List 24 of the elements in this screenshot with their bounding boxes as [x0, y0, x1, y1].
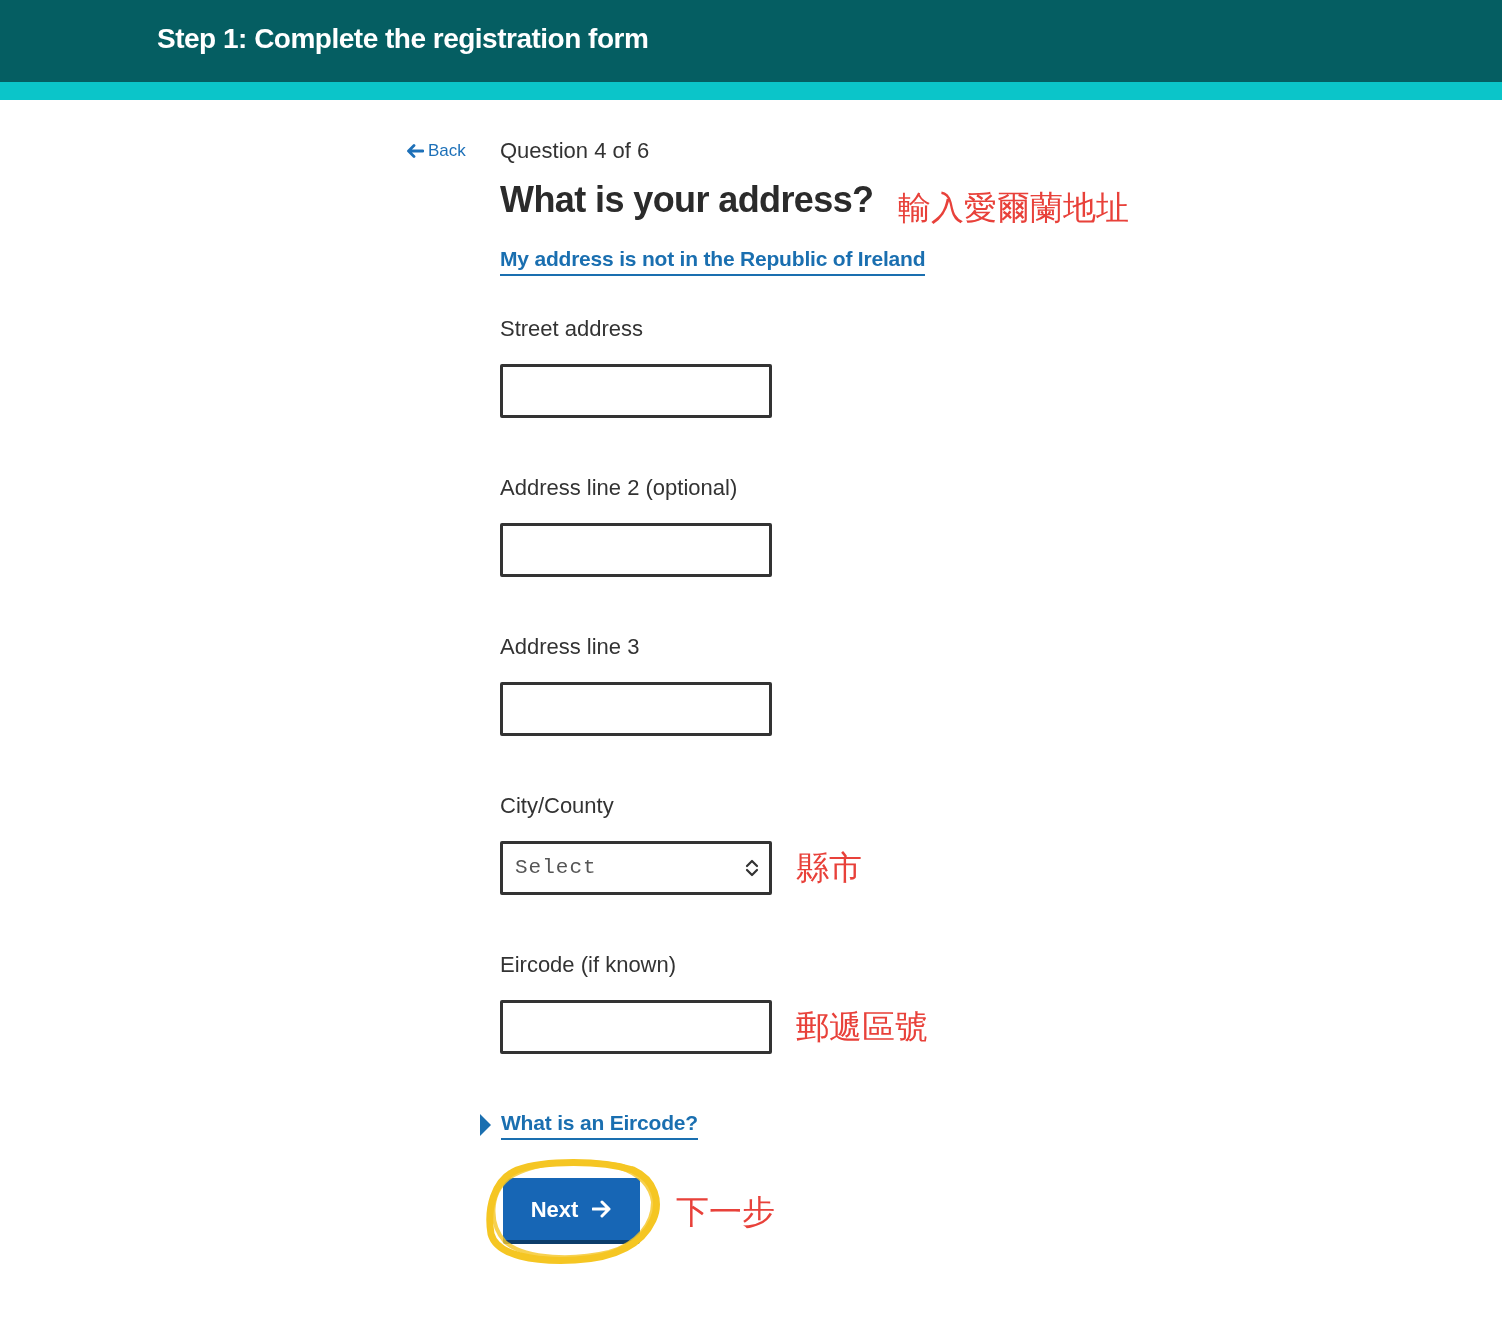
field-label: Eircode (if known) [500, 951, 678, 979]
annotation-text: 輸入愛爾蘭地址 [897, 188, 1129, 228]
annotation-text: 郵遞區號 [796, 1007, 928, 1047]
address-abroad-link[interactable]: My address is not in the Republic of Ireland [500, 246, 926, 276]
back-link[interactable]: Back [406, 138, 466, 164]
page-title: Step 1: Complete the registration form [156, 22, 650, 56]
input-field[interactable] [500, 523, 772, 577]
select-field[interactable]: Select [500, 841, 772, 895]
input-field[interactable] [500, 364, 772, 418]
input-field[interactable] [500, 1000, 772, 1054]
up-down-chevron-icon [745, 859, 759, 877]
field-label: Address line 2 (optional) [500, 474, 739, 502]
annotation-text: 下一步 [676, 1192, 775, 1232]
arrow-left-icon [406, 144, 424, 158]
question-counter: Question 4 of 6 [500, 138, 651, 164]
field-label: Address line 3 [500, 633, 641, 661]
question-heading: What is your address? [500, 178, 874, 222]
arrow-right-icon [592, 1200, 613, 1218]
field-label: Street address [500, 315, 645, 343]
input-field[interactable] [500, 682, 772, 736]
annotation-text: 縣市 [796, 848, 862, 888]
field-label: City/County [500, 792, 615, 820]
eircode-help-link[interactable]: What is an Eircode? [501, 1110, 698, 1140]
triangle-icon[interactable] [480, 1114, 491, 1136]
